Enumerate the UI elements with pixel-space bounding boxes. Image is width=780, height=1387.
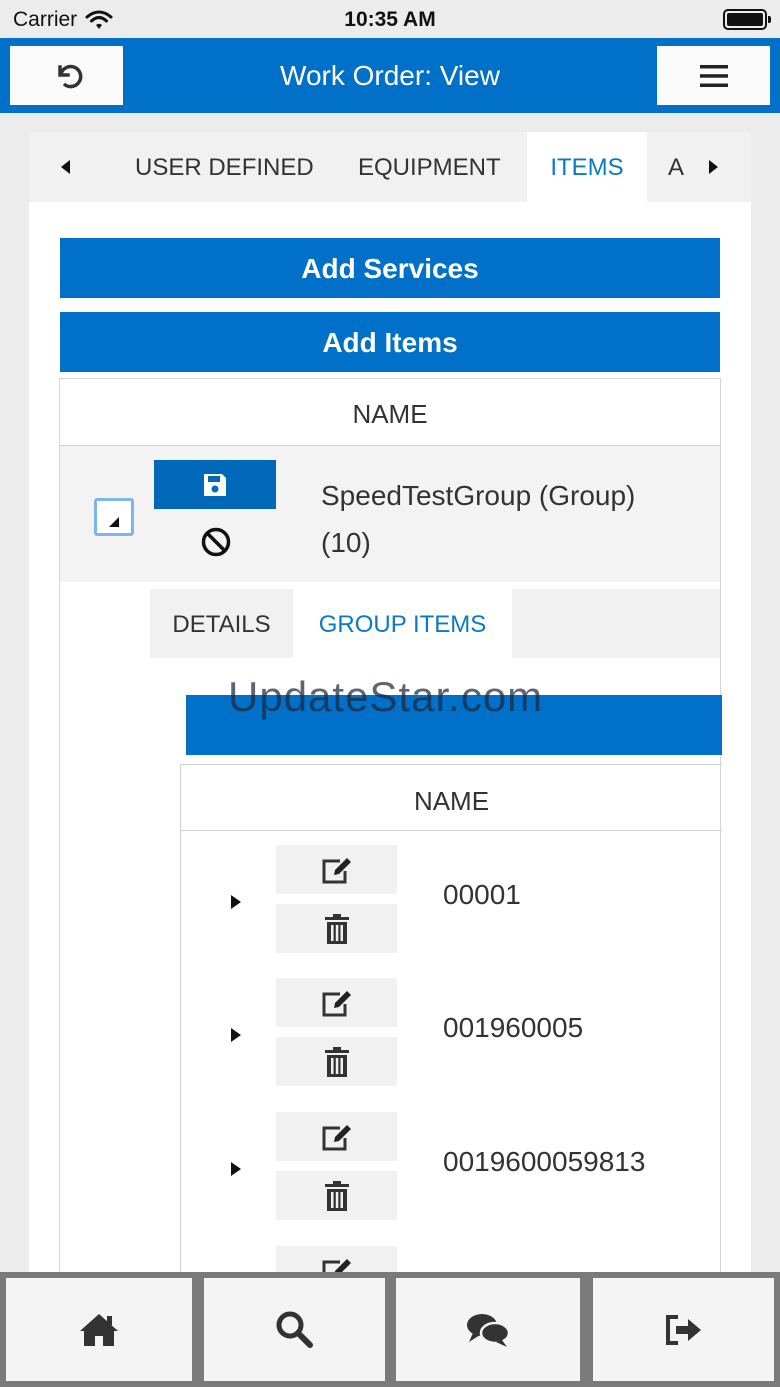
edit-icon bbox=[322, 990, 351, 1016]
cancel-button[interactable] bbox=[200, 526, 232, 558]
items-grid: NAME SpeedTestGroup (Group) (10) DETAILS… bbox=[59, 378, 722, 1292]
group-items-name-header[interactable]: NAME bbox=[181, 765, 722, 831]
group-items-grid: NAME 00001 001960005 0019600059813 bbox=[180, 764, 722, 1292]
hamburger-icon bbox=[699, 64, 728, 87]
status-bar: Carrier 10:35 AM bbox=[0, 0, 780, 38]
edit-button[interactable] bbox=[276, 845, 397, 894]
trash-icon bbox=[324, 913, 349, 944]
tab-scroll-right-button[interactable] bbox=[693, 132, 733, 202]
tab-user-defined[interactable]: USER DEFINED bbox=[135, 132, 314, 202]
edit-button[interactable] bbox=[276, 978, 397, 1027]
list-item: 001960005 bbox=[181, 978, 721, 1098]
tab-scroll-left-button[interactable] bbox=[46, 132, 86, 202]
app-header: Work Order: View bbox=[0, 38, 780, 113]
logout-button[interactable] bbox=[593, 1278, 774, 1381]
floppy-disk-icon bbox=[204, 473, 226, 496]
chat-button[interactable] bbox=[396, 1278, 580, 1381]
battery-icon bbox=[723, 9, 771, 30]
menu-button[interactable] bbox=[657, 46, 770, 105]
logout-icon bbox=[665, 1314, 701, 1345]
edit-button[interactable] bbox=[276, 1112, 397, 1161]
save-button[interactable] bbox=[154, 460, 276, 509]
search-icon bbox=[276, 1311, 313, 1348]
item-name: 00001 bbox=[443, 879, 521, 910]
tab-group-items[interactable]: GROUP ITEMS bbox=[293, 589, 512, 658]
group-name: SpeedTestGroup (Group) (10) bbox=[321, 472, 711, 566]
list-item: 0019600059813 bbox=[181, 1112, 721, 1232]
group-row: SpeedTestGroup (Group) (10) bbox=[60, 446, 720, 582]
bottom-nav bbox=[0, 1272, 780, 1387]
caret-right-icon bbox=[709, 160, 718, 174]
trash-icon bbox=[324, 1046, 349, 1077]
delete-button[interactable] bbox=[276, 1037, 397, 1086]
group-count: (10) bbox=[321, 527, 371, 558]
caret-right-icon bbox=[231, 1162, 241, 1176]
expand-row-button[interactable] bbox=[229, 893, 243, 911]
tab-equipment[interactable]: EQUIPMENT bbox=[358, 132, 501, 202]
caret-left-icon bbox=[61, 160, 70, 174]
delete-button[interactable] bbox=[276, 1171, 397, 1220]
tab-a[interactable]: A bbox=[668, 132, 693, 202]
trash-icon bbox=[324, 1180, 349, 1211]
tab-items[interactable]: ITEMS bbox=[527, 132, 647, 202]
chat-icon bbox=[467, 1313, 511, 1347]
delete-button[interactable] bbox=[276, 904, 397, 953]
list-item: 00001 bbox=[181, 845, 721, 965]
search-button[interactable] bbox=[204, 1278, 385, 1381]
tab-details[interactable]: DETAILS bbox=[150, 589, 293, 658]
content-card: USER DEFINED EQUIPMENT ITEMS A Add Servi… bbox=[29, 132, 751, 1292]
group-subtab-strip: DETAILS GROUP ITEMS bbox=[150, 589, 720, 658]
caret-corner-icon bbox=[109, 517, 119, 527]
add-items-button[interactable]: Add Items bbox=[60, 312, 720, 372]
name-column-header[interactable]: NAME bbox=[60, 379, 720, 446]
item-name: 0019600059813 bbox=[443, 1146, 646, 1177]
caret-right-icon bbox=[231, 1028, 241, 1042]
item-name: 001960005 bbox=[443, 1012, 584, 1043]
home-button[interactable] bbox=[6, 1278, 192, 1381]
home-icon bbox=[80, 1313, 118, 1346]
expand-row-button[interactable] bbox=[229, 1160, 243, 1178]
expand-row-button[interactable] bbox=[229, 1026, 243, 1044]
ban-icon bbox=[201, 527, 231, 557]
edit-icon bbox=[322, 1124, 351, 1150]
collapse-toggle[interactable] bbox=[94, 498, 134, 536]
watermark: UpdateStar.com bbox=[228, 673, 544, 720]
caret-right-icon bbox=[231, 895, 241, 909]
edit-icon bbox=[322, 857, 351, 883]
clock: 10:35 AM bbox=[344, 8, 436, 31]
add-services-button[interactable]: Add Services bbox=[60, 238, 720, 298]
group-name-line1: SpeedTestGroup (Group) bbox=[321, 480, 636, 511]
tab-strip: USER DEFINED EQUIPMENT ITEMS A bbox=[29, 132, 751, 202]
